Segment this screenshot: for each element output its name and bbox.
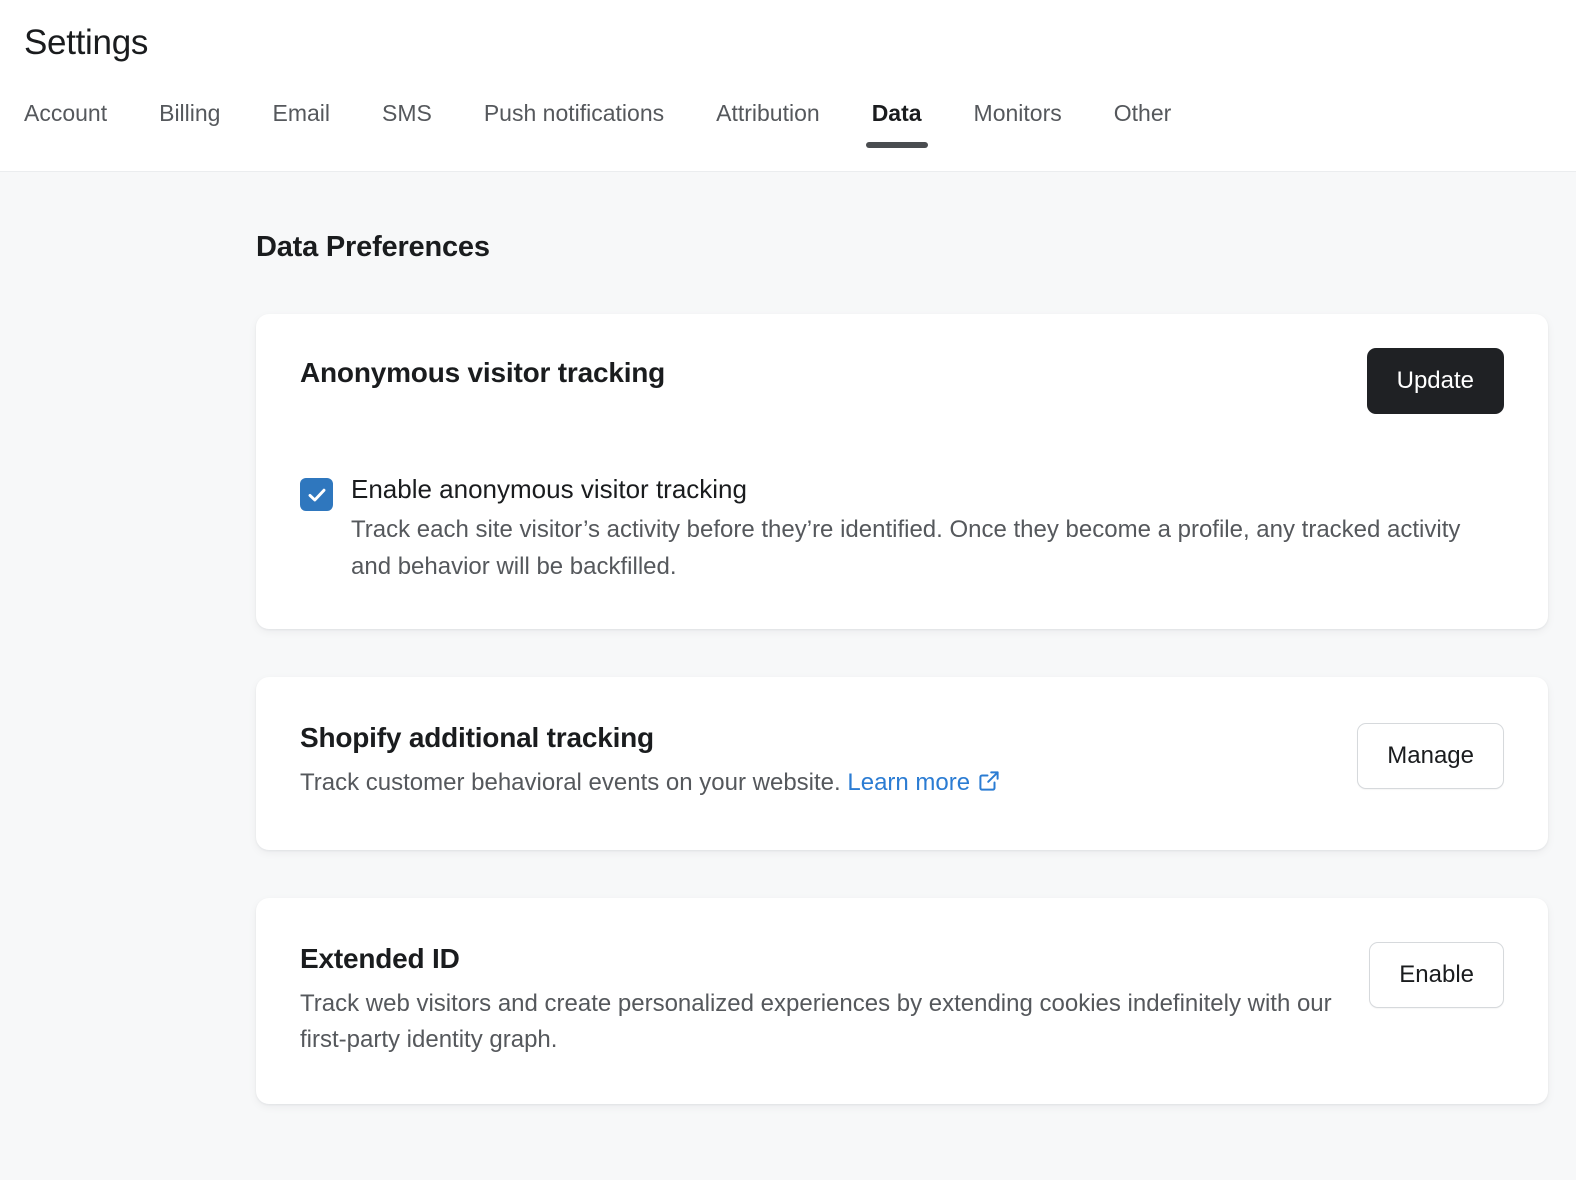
tab-account[interactable]: Account: [24, 98, 133, 150]
card-anonymous-visitor-tracking: Anonymous visitor tracking Update Enable…: [256, 314, 1548, 629]
tab-email[interactable]: Email: [246, 98, 356, 150]
card-title-shopify-additional-tracking: Shopify additional tracking: [300, 719, 1333, 757]
tab-monitors[interactable]: Monitors: [948, 98, 1088, 150]
anonymous-tracking-checkbox-row: Enable anonymous visitor tracking Track …: [300, 472, 1504, 585]
page-header: Settings Account Billing Email SMS Push …: [0, 0, 1576, 172]
learn-more-link[interactable]: Learn more: [847, 769, 1001, 796]
card-title-extended-id: Extended ID: [300, 940, 1345, 978]
update-button[interactable]: Update: [1367, 348, 1504, 414]
page-title: Settings: [0, 0, 1576, 66]
tab-attribution[interactable]: Attribution: [690, 98, 846, 150]
tab-other[interactable]: Other: [1088, 98, 1198, 150]
check-icon: [306, 484, 328, 506]
data-preferences-panel: Data Preferences Anonymous visitor track…: [0, 172, 1576, 1104]
card-title-anonymous-visitor-tracking: Anonymous visitor tracking: [300, 354, 1343, 392]
tab-push-notifications[interactable]: Push notifications: [458, 98, 690, 150]
card-subtitle-shopify-additional-tracking: Track customer behavioral events on your…: [300, 765, 1333, 804]
card-extended-id: Extended ID Track web visitors and creat…: [256, 898, 1548, 1104]
learn-more-label: Learn more: [847, 769, 970, 796]
manage-button[interactable]: Manage: [1357, 723, 1504, 789]
enable-button[interactable]: Enable: [1369, 942, 1504, 1008]
external-link-icon: [977, 768, 1001, 804]
shopify-subtitle-text: Track customer behavioral events on your…: [300, 769, 841, 796]
section-title: Data Preferences: [256, 228, 1548, 266]
settings-tabs: Account Billing Email SMS Push notificat…: [0, 86, 1576, 150]
enable-anonymous-tracking-description: Track each site visitor’s activity befor…: [351, 511, 1486, 585]
card-shopify-additional-tracking: Shopify additional tracking Track custom…: [256, 677, 1548, 850]
settings-page: Settings Account Billing Email SMS Push …: [0, 0, 1576, 1180]
tab-billing[interactable]: Billing: [133, 98, 246, 150]
card-subtitle-extended-id: Track web visitors and create personaliz…: [300, 986, 1335, 1058]
enable-anonymous-tracking-checkbox[interactable]: [300, 478, 333, 511]
tab-data[interactable]: Data: [846, 98, 948, 150]
enable-anonymous-tracking-label[interactable]: Enable anonymous visitor tracking: [351, 472, 1504, 506]
tab-sms[interactable]: SMS: [356, 98, 458, 150]
